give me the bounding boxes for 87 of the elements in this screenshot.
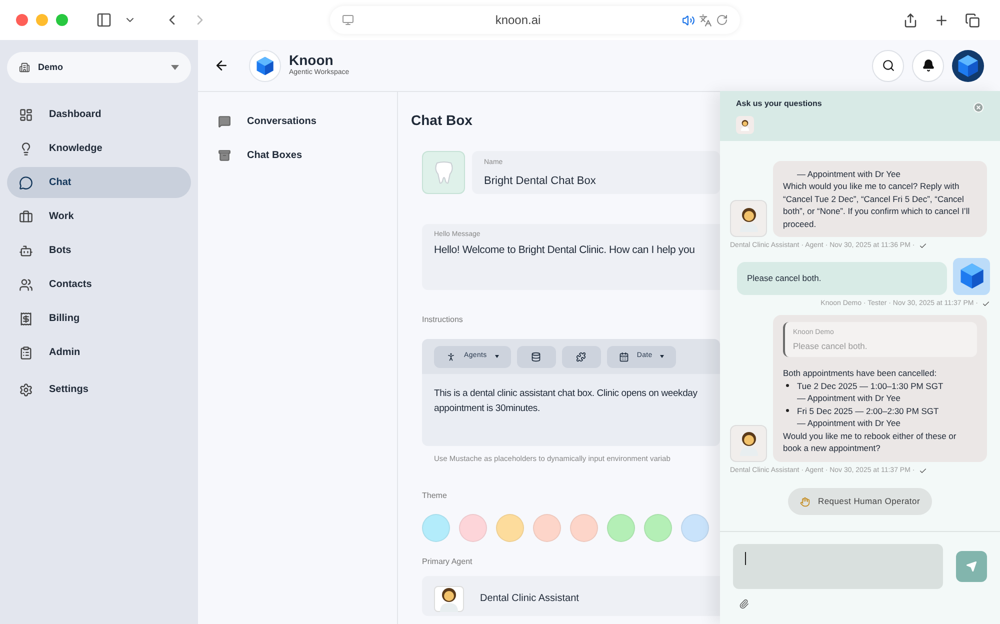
theme-swatch[interactable] <box>496 514 524 542</box>
sidebar-item[interactable]: Admin <box>7 337 191 368</box>
reload-icon[interactable] <box>716 14 728 26</box>
nav-icon <box>19 278 33 292</box>
nav-icon <box>19 244 33 258</box>
sidebar-item[interactable]: Billing <box>7 303 191 334</box>
bell-icon <box>922 59 934 72</box>
message-bubble: Please cancel both. <box>737 262 947 294</box>
message-bubble: — Appointment with Dr Yee Which would you like me to cancel? Reply with “Cancel Tue 2 Dec”, “Cancel Fri 5 Dec”, “Cancel both”, or “None”. If you confirm which to cancel I’ll proceed. <box>773 160 987 237</box>
subnav-item[interactable]: Chat Boxes <box>218 138 377 172</box>
instructions-field[interactable]: This is a dental clinic assistant chat box. Clinic opens on weekday appointment is 30minutes. <box>422 374 720 446</box>
subnav-item[interactable]: Conversations <box>218 104 377 138</box>
nav-icon <box>19 382 33 396</box>
nav-icon <box>218 114 231 128</box>
bullet-icon <box>786 384 789 388</box>
toolbar-button[interactable] <box>562 346 601 368</box>
theme-swatch[interactable] <box>607 514 635 542</box>
nav-icon <box>19 312 33 326</box>
page-title: Chat Box <box>411 111 472 130</box>
sidebar-item[interactable]: Settings <box>7 374 191 405</box>
assistant-avatar-icon <box>738 430 760 456</box>
search-icon <box>882 59 894 72</box>
sidebar-item[interactable]: Dashboard <box>7 99 191 130</box>
toolbar-button[interactable] <box>516 346 556 368</box>
search-button[interactable] <box>872 50 904 82</box>
attach-icon[interactable] <box>739 599 749 609</box>
check-icon <box>918 242 927 250</box>
new-tab-icon[interactable] <box>934 12 949 28</box>
address-bar[interactable]: knoon.ai <box>330 6 740 34</box>
speaker-icon[interactable] <box>682 14 695 26</box>
primary-agent-field[interactable]: Dental Clinic Assistant <box>422 576 720 616</box>
bullet-icon <box>786 409 789 412</box>
assistant-avatar-icon <box>740 119 750 131</box>
nav-icon <box>19 176 33 190</box>
close-icon[interactable] <box>973 102 984 113</box>
toolbar-icon <box>618 352 629 362</box>
theme-swatch[interactable] <box>422 514 450 542</box>
caret-icon <box>494 355 499 358</box>
sidebar-item[interactable]: Bots <box>7 235 191 266</box>
workspace-selector[interactable]: Demo <box>7 52 191 83</box>
sidebar-item[interactable]: Knowledge <box>7 133 191 164</box>
notifications-button[interactable] <box>912 50 944 82</box>
theme-swatch[interactable] <box>681 514 709 542</box>
toolbar-icon <box>446 352 456 362</box>
app-title: Knoon <box>289 52 334 68</box>
theme-swatch[interactable] <box>533 514 561 542</box>
close-window-button[interactable] <box>16 14 28 26</box>
message-input[interactable] <box>733 544 943 589</box>
assistant-avatar-icon <box>738 206 760 232</box>
chat-title: Ask us your questions <box>736 98 822 110</box>
page-icon <box>342 14 354 26</box>
nav-icon <box>19 142 33 156</box>
building-icon <box>19 62 30 73</box>
maximize-window-button[interactable] <box>56 14 68 26</box>
sidebar-item[interactable]: Work <box>7 201 191 232</box>
caret-icon <box>660 355 664 358</box>
url-text: knoon.ai <box>494 12 542 29</box>
agent-avatar-icon <box>438 586 460 612</box>
logo-icon <box>254 54 276 76</box>
instructions-label: Instructions <box>422 314 463 326</box>
nav-icon <box>218 148 231 162</box>
theme-label: Theme <box>422 490 447 502</box>
sidebar-item[interactable]: Chat <box>7 167 191 198</box>
check-icon <box>982 300 990 308</box>
send-icon <box>966 561 977 572</box>
user-avatar[interactable] <box>952 50 984 82</box>
primary-agent-label: Primary Agent <box>422 556 472 568</box>
nav-icon <box>19 108 33 122</box>
nav-icon <box>19 346 33 360</box>
theme-swatch[interactable] <box>644 514 672 542</box>
share-icon[interactable] <box>903 12 918 28</box>
translate-icon[interactable] <box>699 14 712 26</box>
request-operator-button[interactable]: Request Human Operator <box>788 488 932 515</box>
send-button[interactable] <box>956 551 987 582</box>
nav-icon <box>19 210 33 224</box>
toolbar-icon <box>576 352 586 362</box>
theme-swatch[interactable] <box>459 514 487 542</box>
toolbar-icon <box>531 352 542 362</box>
sidebar-item[interactable]: Contacts <box>7 269 191 300</box>
tooth-icon <box>434 160 454 184</box>
theme-swatch[interactable] <box>570 514 598 542</box>
caret-icon <box>171 65 179 70</box>
tabs-icon[interactable] <box>965 12 980 28</box>
icon-tile[interactable] <box>422 151 465 194</box>
sidebar-toggle-icon[interactable] <box>96 12 112 28</box>
hand-icon <box>800 496 810 506</box>
check-icon <box>918 466 927 475</box>
